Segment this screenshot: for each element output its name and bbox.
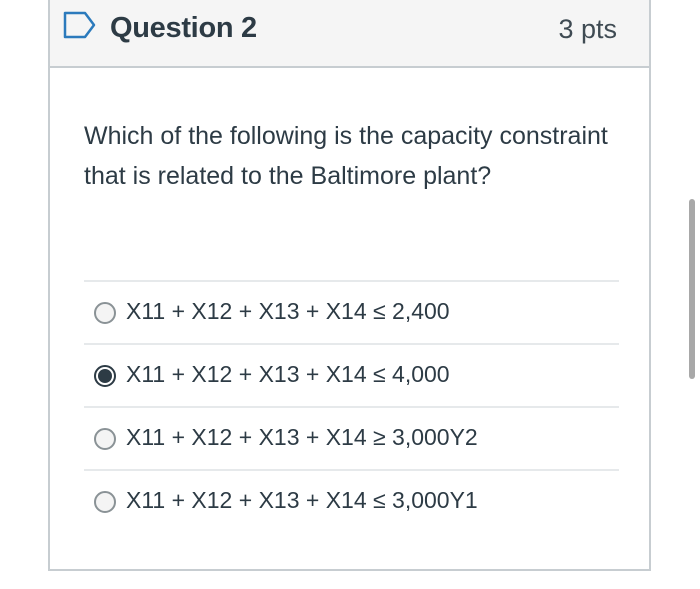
- question-header: Question 2 3 pts: [50, 0, 649, 68]
- answer-label[interactable]: X11 + X12 + X13 + X14 ≤ 3,000Y1: [126, 487, 478, 514]
- answer-option-1[interactable]: X11 + X12 + X13 + X14 ≤ 2,400: [84, 280, 619, 343]
- radio-button-selected[interactable]: [94, 365, 116, 387]
- answer-option-2[interactable]: X11 + X12 + X13 + X14 ≤ 4,000: [84, 343, 619, 406]
- answer-option-3[interactable]: X11 + X12 + X13 + X14 ≥ 3,000Y2: [84, 406, 619, 469]
- scrollbar-thumb[interactable]: [689, 199, 695, 379]
- answer-label[interactable]: X11 + X12 + X13 + X14 ≤ 4,000: [126, 361, 450, 388]
- radio-button[interactable]: [94, 491, 116, 513]
- answer-label[interactable]: X11 + X12 + X13 + X14 ≥ 3,000Y2: [126, 424, 478, 451]
- radio-button[interactable]: [94, 428, 116, 450]
- radio-button[interactable]: [94, 302, 116, 324]
- question-points: 3 pts: [558, 14, 617, 44]
- question-text: Which of the following is the capacity c…: [84, 122, 608, 190]
- question-title: Question 2: [110, 12, 257, 44]
- question-card: Question 2 3 pts Which of the following …: [48, 0, 651, 571]
- answer-option-4[interactable]: X11 + X12 + X13 + X14 ≤ 3,000Y1: [84, 469, 619, 532]
- flag-outline-icon[interactable]: [63, 11, 97, 39]
- answer-list: X11 + X12 + X13 + X14 ≤ 2,400 X11 + X12 …: [84, 280, 619, 532]
- answer-label[interactable]: X11 + X12 + X13 + X14 ≤ 2,400: [126, 298, 450, 325]
